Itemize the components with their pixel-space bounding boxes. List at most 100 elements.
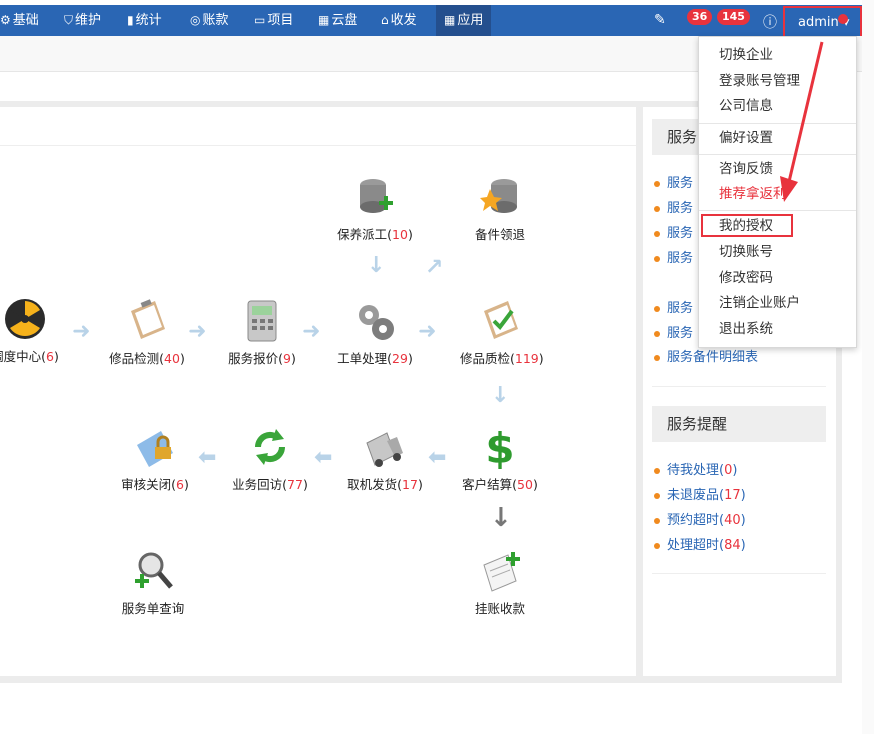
- truck-icon: [366, 432, 403, 467]
- menu-logout[interactable]: 退出系统: [719, 318, 773, 340]
- flow-node-follow-up[interactable]: 业务回访(77): [230, 425, 310, 493]
- arrow-up-right: ↗: [425, 255, 444, 280]
- message-badge[interactable]: 36: [687, 9, 713, 25]
- monitor-icon: ▭: [254, 13, 266, 27]
- task-badge[interactable]: 145: [717, 9, 750, 25]
- arrow-left: ⬅: [428, 445, 447, 470]
- bullet-icon: [654, 468, 660, 474]
- annotation-arrow: [780, 41, 824, 202]
- grid-icon: ▦: [318, 13, 330, 27]
- nav-inbox[interactable]: ⌂ 收发: [381, 5, 417, 36]
- service-link[interactable]: 服务: [654, 224, 693, 244]
- bar-chart-icon: ▮: [127, 13, 134, 27]
- dollar-icon: $: [485, 424, 514, 473]
- arrow-right: ➜: [72, 319, 91, 344]
- bullet-icon: [654, 331, 660, 337]
- bullet-icon: [654, 355, 660, 361]
- arrow-down: ↓: [367, 253, 386, 278]
- vertical-scrollbar[interactable]: [862, 0, 874, 734]
- bullet-icon: [654, 256, 660, 262]
- nav-accounts[interactable]: ◎ 账款: [190, 5, 229, 36]
- flow-node-maintenance-dispatch[interactable]: 保养派工(10): [335, 175, 415, 243]
- menu-cancel-company-account[interactable]: 注销企业账户: [719, 292, 800, 314]
- flow-node-parts-return[interactable]: 备件领退: [460, 175, 540, 243]
- menu-switch-account[interactable]: 切换账号: [719, 241, 773, 263]
- clipboard-check-icon: [484, 301, 518, 339]
- menu-feedback[interactable]: 咨询反馈: [719, 158, 773, 180]
- flow-node-pickup-ship[interactable]: 取机发货(17): [345, 425, 425, 493]
- nav-apps[interactable]: ▦ 应用: [436, 5, 492, 36]
- highlight-box: [701, 214, 793, 237]
- divider: [652, 573, 826, 574]
- user-menu-button[interactable]: admin ▾: [783, 6, 862, 39]
- database-star-icon: [480, 179, 517, 213]
- bullet-icon: [654, 493, 660, 499]
- inbox-icon: ⌂: [381, 13, 389, 27]
- flow-node-repair-inspection[interactable]: 修品检测(40): [107, 299, 187, 367]
- flow-node-service-query[interactable]: 服务单查询: [113, 549, 193, 617]
- service-parts-detail-link[interactable]: 服务备件明细表: [654, 348, 758, 368]
- bullet-icon: [654, 518, 660, 524]
- bullet-icon: [654, 231, 660, 237]
- notification-dot: [838, 14, 848, 24]
- service-link[interactable]: 服务: [654, 174, 693, 194]
- magnifier-add-icon: [135, 552, 173, 589]
- panel-header-divider: [0, 145, 636, 146]
- clipboard-icon: [131, 299, 165, 339]
- svg-text:$: $: [485, 425, 514, 469]
- arrow-right: ➜: [302, 319, 321, 344]
- service-flow-panel: 保养派工(10) 备件领退 调度中心(6) 修品检测(40) 服务报价(9) 工…: [0, 107, 636, 676]
- gears-icon: [359, 305, 394, 340]
- nav-basic[interactable]: ⚙ 基础: [0, 5, 39, 36]
- nav-maintenance[interactable]: ⛉ 维护: [64, 5, 101, 36]
- flow-node-credit-payment[interactable]: 挂账收款: [460, 549, 540, 617]
- reminder-unreturned[interactable]: 未退废品(17): [654, 486, 746, 506]
- menu-company-info[interactable]: 公司信息: [719, 95, 773, 117]
- service-link[interactable]: 服务: [654, 249, 693, 269]
- flow-node-work-order[interactable]: 工单处理(29): [335, 299, 415, 367]
- edit-icon[interactable]: ✎: [654, 12, 666, 28]
- refresh-icon: [254, 429, 286, 465]
- service-link[interactable]: 服务: [654, 199, 693, 219]
- arrow-left: ⬅: [314, 445, 333, 470]
- radiation-icon: [5, 299, 45, 339]
- top-nav-bar: ⚙ 基础 ⛉ 维护 ▮ 统计 ◎ 账款 ▭ 项目 ▦ 云盘 ⌂ 收发 ▦ 应用 ✎ 36 145…: [0, 5, 862, 39]
- bullet-icon: [654, 543, 660, 549]
- service-link[interactable]: 服务: [654, 299, 693, 319]
- help-icon[interactable]: ⓘ: [763, 12, 777, 32]
- reminder-processing-overdue[interactable]: 处理超时(84): [654, 536, 746, 556]
- menu-change-password[interactable]: 修改密码: [719, 267, 773, 289]
- divider: [652, 386, 826, 387]
- calculator-icon: [247, 300, 277, 342]
- flow-node-quality-check[interactable]: 修品质检(119): [460, 299, 544, 367]
- bullet-icon: [654, 306, 660, 312]
- arrow-down: ↓: [491, 383, 510, 408]
- menu-divider: [699, 210, 856, 211]
- arrow-right: ➜: [188, 319, 207, 344]
- flow-node-audit-close[interactable]: 审核关闭(6): [115, 425, 195, 493]
- arrow-right: ➜: [418, 319, 437, 344]
- apps-icon: ▦: [444, 13, 456, 27]
- nav-cloud-disk[interactable]: ▦ 云盘: [318, 5, 357, 36]
- bullet-icon: [654, 206, 660, 212]
- reminder-appointment-overdue[interactable]: 预约超时(40): [654, 511, 746, 531]
- menu-switch-company[interactable]: 切换企业: [719, 44, 773, 66]
- shield-icon: ⛉: [64, 13, 74, 27]
- nav-projects[interactable]: ▭ 项目: [254, 5, 293, 36]
- database-add-icon: [360, 179, 393, 213]
- menu-preferences[interactable]: 偏好设置: [719, 127, 773, 149]
- bullet-icon: [654, 181, 660, 187]
- reminder-pending[interactable]: 待我处理(0): [654, 461, 737, 481]
- arrow-left: ⬅: [198, 445, 217, 470]
- flow-node-service-quote[interactable]: 服务报价(9): [222, 299, 302, 367]
- gear-icon: ⚙: [0, 13, 11, 27]
- flow-node-dispatch-center[interactable]: 调度中心(6): [0, 297, 70, 365]
- arrow-down: ↓: [490, 503, 512, 533]
- scroll-add-icon: [483, 552, 520, 592]
- lock-card-icon: [137, 431, 173, 467]
- nav-statistics[interactable]: ▮ 统计: [127, 5, 162, 36]
- service-link[interactable]: 服务: [654, 324, 693, 344]
- money-icon: ◎: [190, 13, 201, 27]
- flow-node-settlement[interactable]: $ 客户结算(50): [460, 424, 540, 493]
- section-title-reminders: 服务提醒: [652, 406, 826, 442]
